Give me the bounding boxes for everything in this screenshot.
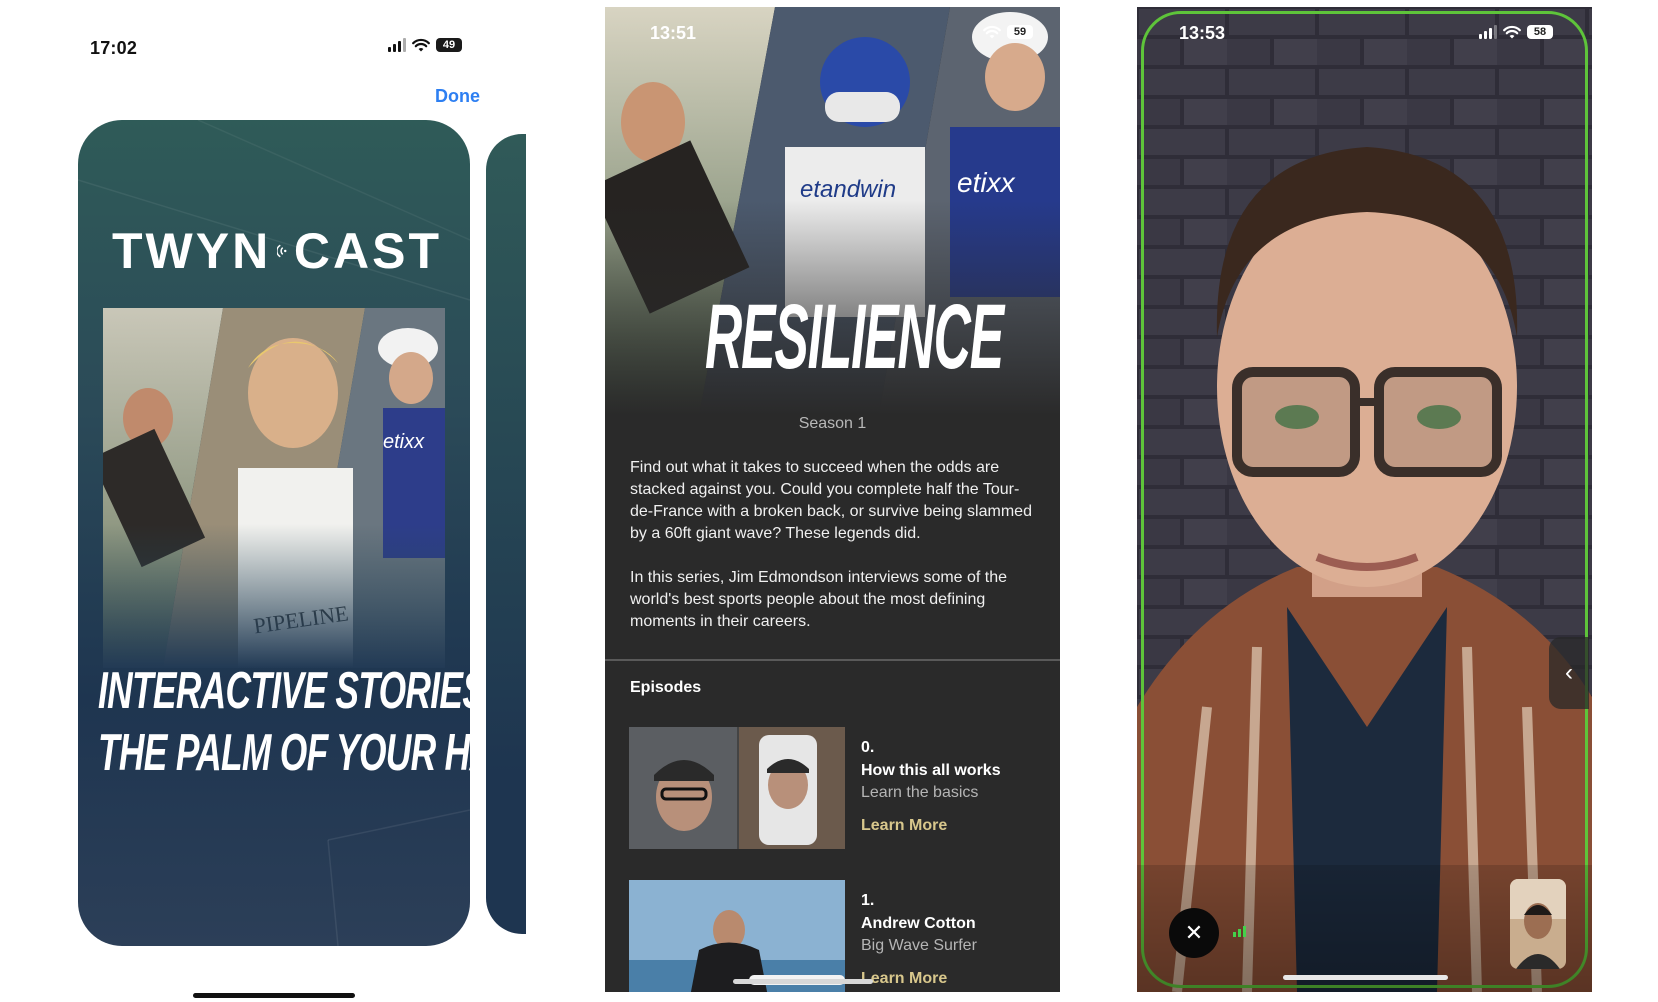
wifi-icon [983, 25, 1001, 39]
episode-subtitle: Big Wave Surfer [861, 937, 977, 954]
wifi-icon [1503, 25, 1521, 39]
status-icons: 59 [983, 25, 1033, 39]
cellular-signal-icon [1479, 25, 1497, 39]
close-icon: ✕ [1184, 920, 1204, 945]
wifi-icon [412, 38, 430, 52]
done-button[interactable]: Done [435, 86, 480, 107]
battery-icon: 49 [436, 38, 462, 52]
home-indicator[interactable] [1283, 975, 1448, 980]
audio-level-icon [1233, 925, 1246, 937]
headline-line-1: INTERACTIVE STORIES IN [98, 662, 470, 720]
series-title: RESILIENCE [705, 286, 1004, 388]
battery-icon: 58 [1527, 25, 1553, 39]
twyncast-logo: TWYN CAST [112, 223, 442, 279]
battery-icon: 59 [1007, 25, 1033, 39]
home-indicator[interactable] [193, 993, 355, 998]
description-paragraph-1: Find out what it takes to succeed when t… [630, 459, 1032, 542]
episode-item[interactable]: 1. Andrew Cotton Big Wave Surfer Learn M… [629, 880, 1049, 992]
home-indicator[interactable] [733, 979, 873, 984]
episode-number: 0. [861, 739, 875, 756]
learn-more-link[interactable]: Learn More [861, 970, 947, 988]
episode-thumbnail [629, 727, 845, 849]
status-time: 13:51 [650, 23, 697, 43]
status-icons: 58 [1479, 25, 1553, 39]
cellular-signal-icon [388, 38, 406, 52]
phone-screen-video-call: 13:53 58 ‹ ✕ [1137, 7, 1592, 992]
self-camera-preview[interactable] [1510, 879, 1566, 969]
episode-title: Andrew Cotton [861, 915, 976, 932]
next-card-peek[interactable] [486, 134, 526, 934]
status-time: 13:53 [1179, 23, 1226, 43]
chevron-left-icon: ‹ [1565, 659, 1573, 686]
promo-card[interactable]: TWYN CAST PIPELI [78, 120, 470, 946]
close-call-button[interactable]: ✕ [1169, 908, 1219, 958]
episode-item[interactable]: 0. How this all works Learn the basics L… [629, 727, 1049, 849]
phone-screen-series: etandwin etixx 13:51 59 RESILIENCE Seaso… [605, 7, 1060, 992]
status-time: 17:02 [90, 38, 138, 58]
athletes-collage-image: PIPELINE etixx [103, 308, 445, 668]
season-label: Season 1 [798, 415, 867, 432]
status-icons: 49 [388, 38, 462, 52]
episodes-heading: Episodes [630, 679, 702, 696]
headline-line-2: THE PALM OF YOUR HAND [98, 724, 470, 782]
presenter-video [1137, 7, 1592, 992]
logo-text-right: CAST [293, 223, 442, 279]
episode-number: 1. [861, 892, 875, 909]
headline: INTERACTIVE STORIES IN THE PALM OF YOUR … [98, 660, 470, 784]
collapse-panel-button[interactable]: ‹ [1549, 637, 1589, 709]
series-description: Find out what it takes to succeed when t… [630, 457, 1035, 655]
phone-screen-welcome: 17:02 49 Done TWYN CAST INTERACTIVE STOR… [0, 0, 560, 1002]
episode-subtitle: Learn the basics [861, 784, 979, 801]
divider [605, 659, 1060, 661]
episode-thumbnail [629, 880, 845, 992]
description-paragraph-2: In this series, Jim Edmondson interviews… [630, 569, 1008, 630]
episode-title: How this all works [861, 762, 1001, 779]
learn-more-link[interactable]: Learn More [861, 817, 947, 835]
broadcast-icon [277, 244, 287, 258]
logo-text-left: TWYN [112, 223, 272, 279]
